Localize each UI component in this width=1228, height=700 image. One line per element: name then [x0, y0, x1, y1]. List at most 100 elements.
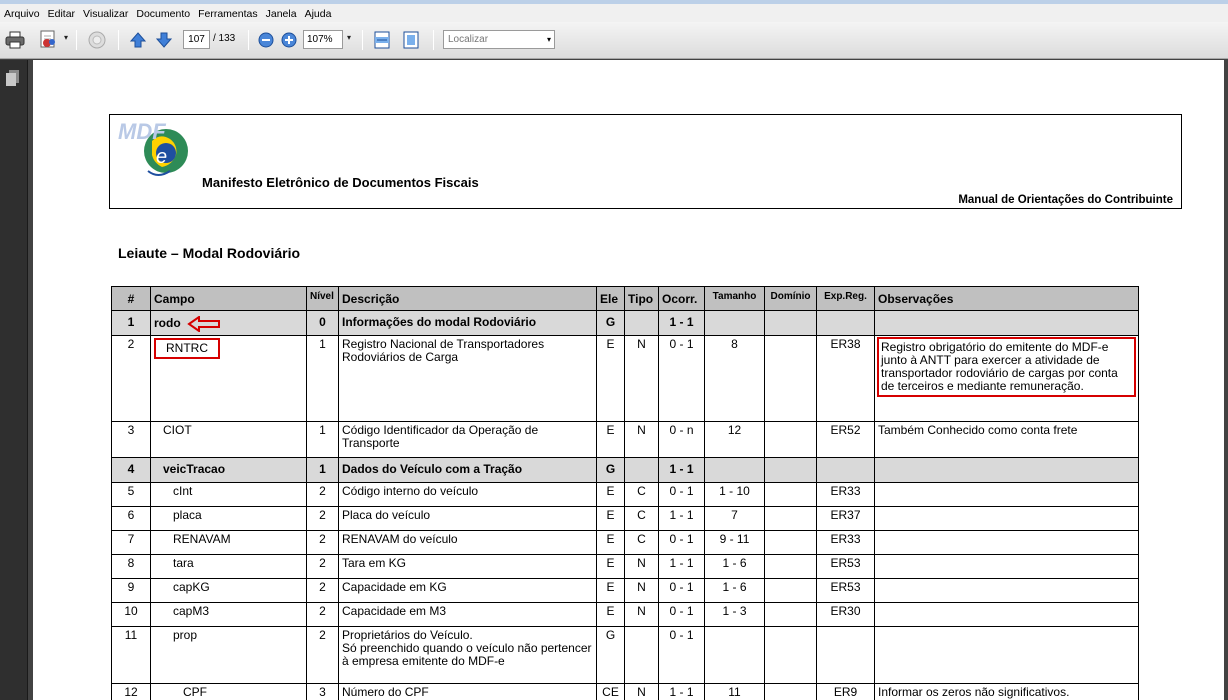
- share-button[interactable]: [84, 28, 110, 52]
- cell-expreg: ER30: [816, 602, 875, 627]
- cell-campo: tara: [150, 554, 307, 579]
- menu-visualizar[interactable]: Visualizar: [79, 2, 132, 20]
- highlight-box: RNTRC: [154, 338, 220, 359]
- cell-number: 4: [111, 457, 151, 483]
- page-header: MDF e Manifesto Eletrônico de Documentos…: [109, 114, 1182, 209]
- cell-descricao: Código Identificador da Operação de Tran…: [338, 421, 597, 458]
- zoom-in-button[interactable]: [279, 28, 299, 52]
- svg-text:MDF: MDF: [118, 119, 166, 144]
- cell-nivel: 1: [306, 335, 339, 422]
- chevron-down-icon[interactable]: ▾: [547, 31, 551, 48]
- printer-icon: [5, 31, 25, 49]
- toolbar-separator: [433, 30, 434, 50]
- page-total: / 133: [213, 33, 236, 44]
- cell-number: 3: [111, 421, 151, 458]
- cell-dominio: [764, 335, 817, 422]
- pages-icon: [6, 70, 19, 86]
- menu-ajuda[interactable]: Ajuda: [301, 2, 336, 20]
- cell-descricao: Dados do Veículo com a Tração: [338, 457, 597, 483]
- create-pdf-button[interactable]: [36, 28, 62, 52]
- table-row: 7 RENAVAM 2 RENAVAM do veículo E C 0 - 1…: [111, 530, 1139, 555]
- cell-tipo: N: [624, 683, 659, 700]
- cell-campo: placa: [150, 506, 307, 531]
- page-number-input[interactable]: 107: [183, 30, 210, 49]
- header-cell: Tamanho: [704, 286, 765, 311]
- header-cell: Domínio: [764, 286, 817, 311]
- menu-arquivo[interactable]: Arquivo: [0, 2, 44, 20]
- toolbar-separator: [76, 30, 77, 50]
- header-cell: Campo: [150, 286, 307, 311]
- pages-panel-button[interactable]: [6, 70, 20, 91]
- cell-tipo: C: [624, 530, 659, 555]
- arrow-down-icon: [155, 32, 173, 48]
- mdfe-logo: MDF e: [118, 119, 198, 189]
- cell-descricao: Tara em KG: [338, 554, 597, 579]
- document-header-subtitle: Manual de Orientações do Contribuinte: [958, 194, 1173, 206]
- chevron-down-icon[interactable]: ▾: [64, 33, 68, 42]
- cell-ocorr: 0 - 1: [658, 482, 705, 507]
- fit-page-icon: [403, 31, 419, 49]
- search-input[interactable]: Localizar ▾: [443, 30, 555, 49]
- toolbar-separator: [362, 30, 363, 50]
- cell-observacoes: [874, 482, 1139, 507]
- cell-tipo: N: [624, 335, 659, 422]
- observacao-text: Registro obrigatório do emitente do MDF-…: [881, 340, 1118, 393]
- cell-ele: E: [596, 421, 625, 458]
- table-row: 9 capKG 2 Capacidade em KG E N 0 - 1 1 -…: [111, 578, 1139, 603]
- toolbar: ▾ 107 / 133 107% ▾ Localizar ▾: [0, 22, 1228, 59]
- campo-text: rodo: [154, 316, 181, 331]
- table-row: 8 tara 2 Tara em KG E N 1 - 1 1 - 6 ER53: [111, 554, 1139, 579]
- cell-campo: veicTracao: [150, 457, 307, 483]
- previous-page-button[interactable]: [127, 28, 149, 52]
- chevron-down-icon[interactable]: ▾: [347, 33, 351, 42]
- cell-expreg: ER9: [816, 683, 875, 700]
- cell-tamanho: 12: [704, 421, 765, 458]
- cell-campo: capKG: [150, 578, 307, 603]
- print-button[interactable]: [4, 28, 26, 52]
- cell-tipo: [624, 310, 659, 336]
- cell-campo: cInt: [150, 482, 307, 507]
- cell-ele: G: [596, 457, 625, 483]
- menu-ferramentas[interactable]: Ferramentas: [194, 2, 262, 20]
- cell-campo: rodo: [150, 310, 307, 336]
- highlight-box: Registro obrigatório do emitente do MDF-…: [877, 337, 1136, 397]
- menu-janela[interactable]: Janela: [262, 2, 301, 20]
- cell-nivel: 2: [306, 602, 339, 627]
- cell-tipo: N: [624, 421, 659, 458]
- next-page-button[interactable]: [153, 28, 175, 52]
- menu-editar[interactable]: Editar: [44, 2, 79, 20]
- cell-number: 7: [111, 530, 151, 555]
- cell-dominio: [764, 457, 817, 483]
- cell-ocorr: 1 - 1: [658, 506, 705, 531]
- cell-campo: prop: [150, 626, 307, 684]
- cell-nivel: 1: [306, 457, 339, 483]
- leiaute-table: # Campo Nível Descrição Ele Tipo Ocorr. …: [111, 286, 1139, 700]
- table-row: 2 RNTRC 1 Registro Nacional de Transport…: [111, 335, 1139, 422]
- menu-documento[interactable]: Documento: [132, 2, 194, 20]
- cell-observacoes: [874, 530, 1139, 555]
- mdfe-logo-icon: MDF e: [118, 119, 188, 176]
- cell-dominio: [764, 683, 817, 700]
- cell-ele: E: [596, 530, 625, 555]
- fit-width-button[interactable]: [371, 28, 393, 52]
- cell-dominio: [764, 578, 817, 603]
- table-row: 4 veicTracao 1 Dados do Veículo com a Tr…: [111, 457, 1139, 483]
- cell-ocorr: 0 - 1: [658, 578, 705, 603]
- cell-observacoes: [874, 310, 1139, 336]
- pdf-create-icon: [40, 30, 55, 48]
- arrow-left-icon: [186, 316, 220, 332]
- cell-expreg: ER33: [816, 530, 875, 555]
- cell-ocorr: 0 - 1: [658, 530, 705, 555]
- zoom-level-input[interactable]: 107%: [303, 30, 343, 49]
- cell-campo: CPF: [150, 683, 307, 700]
- arrow-up-icon: [129, 32, 147, 48]
- cell-descricao: Registro Nacional de Transportadores Rod…: [338, 335, 597, 422]
- cell-dominio: [764, 602, 817, 627]
- cell-tamanho: 8: [704, 335, 765, 422]
- cell-ele: E: [596, 506, 625, 531]
- cell-expreg: ER53: [816, 554, 875, 579]
- fit-page-button[interactable]: [400, 28, 422, 52]
- cell-dominio: [764, 310, 817, 336]
- zoom-out-button[interactable]: [256, 28, 276, 52]
- cell-ele: E: [596, 482, 625, 507]
